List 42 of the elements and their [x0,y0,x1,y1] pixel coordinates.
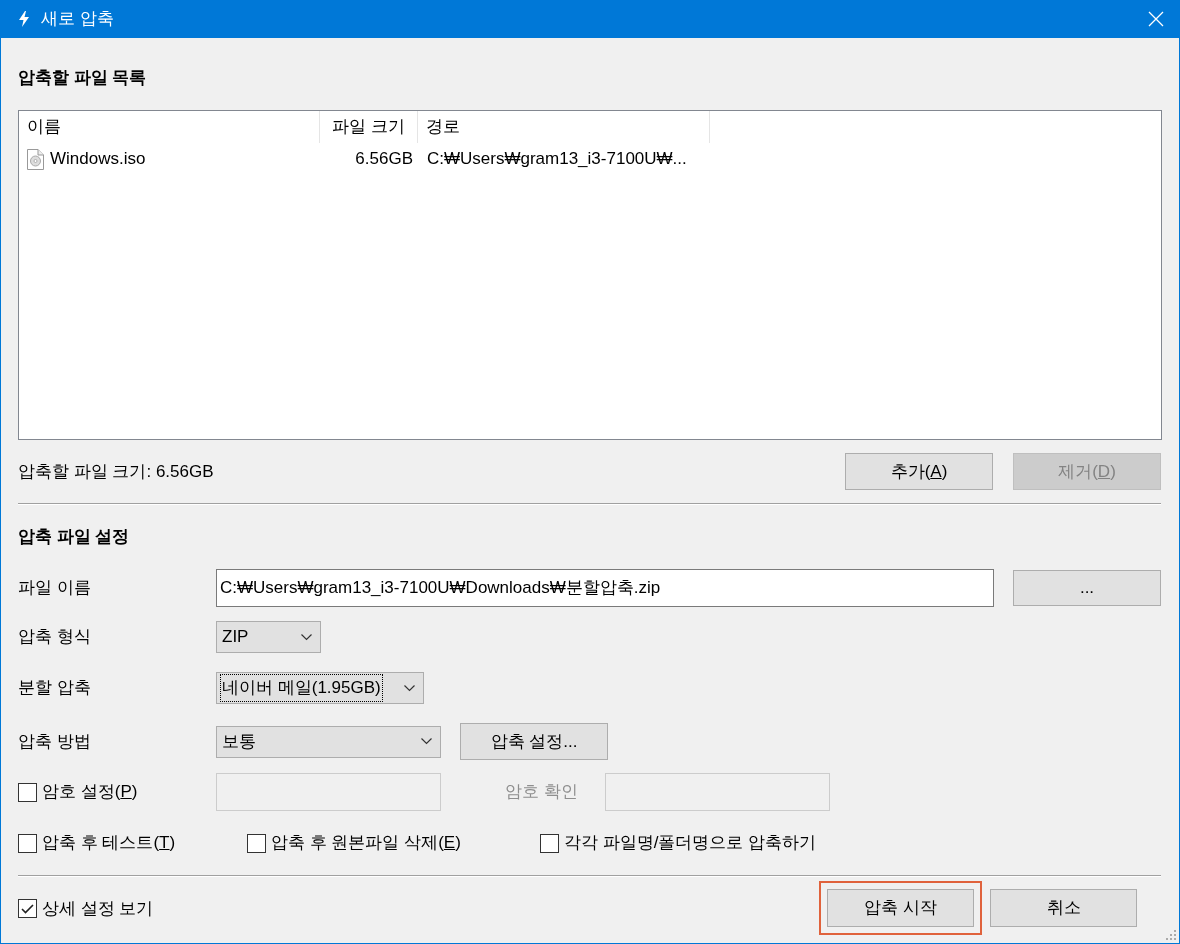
column-header[interactable]: 파일 크기 [320,111,418,143]
dropdown[interactable]: ZIP [216,621,321,653]
compression-settings-button[interactable]: 압축 설정... [460,723,608,760]
checkbox[interactable] [247,833,266,853]
browse-button[interactable]: ... [1013,570,1161,606]
checkbox[interactable] [18,833,37,853]
field-label: 압축 방법 [18,730,92,753]
file-size: 6.56GB [355,149,413,169]
chevron-icon [421,738,432,745]
checkbox-label: 압축 후 테스트(T) [42,832,176,855]
checkbox-label: 암호 설정(P) [42,781,138,804]
resize-grip-icon [1165,929,1177,941]
password-confirm-field[interactable] [605,773,830,811]
lightning-icon [18,11,30,27]
close-icon [1148,11,1164,27]
chevron-icon [301,633,312,641]
field-label: 압축 형식 [18,626,92,649]
column-header[interactable]: 이름 [19,111,320,143]
field-label: 분할 압축 [18,677,92,700]
window-title: 새로 압축 [41,8,114,31]
total-size-text: 압축할 파일 크기: 6.56GB [18,460,214,483]
section-heading: 압축 파일 설정 [18,526,131,548]
disc-file-icon [27,148,44,170]
column-header[interactable]: 경로 [418,111,710,143]
checkbox-label: 각각 파일명/폴더명으로 압축하기 [564,832,817,855]
section-heading: 압축할 파일 목록 [18,67,148,89]
start-button[interactable]: 압축 시작 [827,889,974,927]
field-label: 파일 이름 [18,577,92,600]
add-button[interactable]: 추가(A) [845,453,993,490]
chevron-icon [404,684,415,692]
checkbox-label: 상세 설정 보기 [42,897,154,920]
field-label: 암호 확인 [505,781,579,804]
file-path: C:₩Users₩gram13_i3-7100U₩... [427,149,687,169]
checkbox-label: 압축 후 원본파일 삭제(E) [271,832,461,855]
cancel-button[interactable]: 취소 [990,889,1137,927]
file-name-field[interactable]: C:₩Users₩gram13_i3-7100U₩Downloads₩분할압축.zip [216,569,994,607]
checkbox[interactable] [540,833,559,853]
check-icon [21,903,34,914]
file-name: Windows.iso [50,148,146,171]
dropdown[interactable]: 보통 [216,725,441,758]
dropdown[interactable]: 네이버 메일(1.95GB) [216,672,424,704]
checkbox[interactable] [18,899,37,918]
